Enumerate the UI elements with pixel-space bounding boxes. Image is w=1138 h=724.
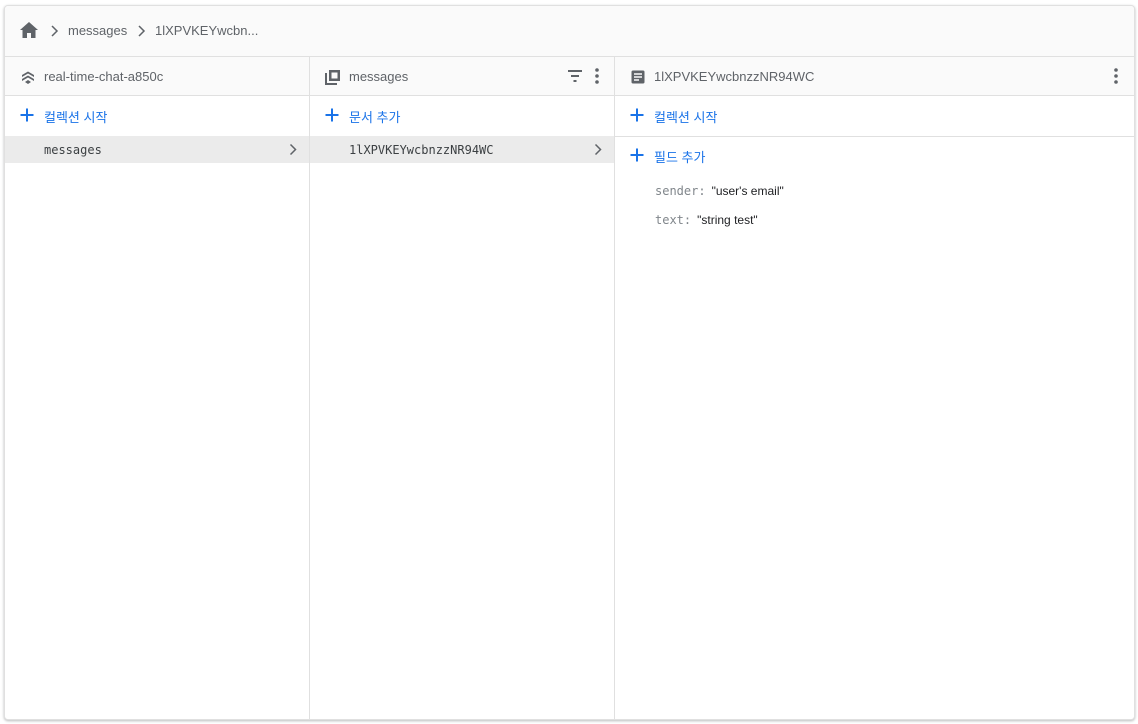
database-title: real-time-chat-a850c — [44, 69, 164, 84]
firestore-icon — [22, 71, 34, 84]
chevron-right-icon — [289, 143, 297, 156]
document-id: 1lXPVKEYwcbnzzNR94WC — [349, 143, 494, 157]
document-title: 1lXPVKEYwcbnzzNR94WC — [654, 69, 815, 84]
field-key: text: — [655, 213, 692, 227]
document-panel-header: 1lXPVKEYwcbnzzNR94WC — [615, 57, 1134, 96]
collection-panel: messages 문서 추가 1lXPVKEYwcbnzzNR94WC — [310, 57, 615, 719]
plus-icon — [325, 108, 339, 122]
more-vert-icon[interactable] — [588, 67, 606, 85]
add-document-label: 문서 추가 — [349, 110, 401, 125]
collection-name: messages — [44, 143, 102, 157]
field-row-sender[interactable]: sender: "user's email" — [655, 182, 784, 200]
collection-panel-header: messages — [310, 57, 614, 96]
document-panel: 1lXPVKEYwcbnzzNR94WC 컬렉션 시작 필드 추가 sender… — [615, 57, 1134, 719]
more-vert-icon[interactable] — [1107, 67, 1125, 85]
firestore-data-card: messages 1lXPVKEYwcbn... real-time-chat-… — [4, 5, 1135, 720]
collection-icon — [325, 70, 340, 85]
collection-title: messages — [349, 69, 409, 84]
filter-icon[interactable] — [566, 67, 584, 85]
list-item[interactable]: 1lXPVKEYwcbnzzNR94WC — [310, 136, 614, 163]
database-panel-header: real-time-chat-a850c — [5, 57, 309, 96]
chevron-right-icon — [594, 143, 602, 156]
breadcrumb: messages 1lXPVKEYwcbn... — [5, 6, 1134, 57]
field-key: sender: — [655, 184, 706, 198]
breadcrumb-item-document[interactable]: 1lXPVKEYwcbn... — [155, 23, 258, 38]
home-icon[interactable] — [19, 21, 39, 39]
add-document-button[interactable]: 문서 추가 — [310, 96, 614, 134]
database-panel: real-time-chat-a850c 컬렉션 시작 messages — [5, 57, 310, 719]
plus-icon — [20, 108, 34, 122]
document-icon — [631, 70, 645, 84]
plus-icon — [630, 108, 644, 122]
field-value: "user's email" — [711, 184, 784, 198]
add-field-label: 필드 추가 — [654, 150, 706, 165]
start-collection-button[interactable]: 컬렉션 시작 — [615, 96, 1134, 134]
breadcrumb-item-messages[interactable]: messages — [68, 23, 127, 38]
field-value: "string test" — [697, 213, 758, 227]
field-row-text[interactable]: text: "string test" — [655, 211, 758, 229]
start-collection-label: 컬렉션 시작 — [654, 110, 718, 125]
start-collection-label: 컬렉션 시작 — [44, 110, 108, 125]
chevron-right-icon — [51, 25, 59, 37]
chevron-right-icon — [138, 25, 146, 37]
list-item[interactable]: messages — [5, 136, 309, 163]
add-field-button[interactable]: 필드 추가 — [615, 136, 1134, 174]
plus-icon — [630, 148, 644, 162]
start-collection-button[interactable]: 컬렉션 시작 — [5, 96, 309, 134]
